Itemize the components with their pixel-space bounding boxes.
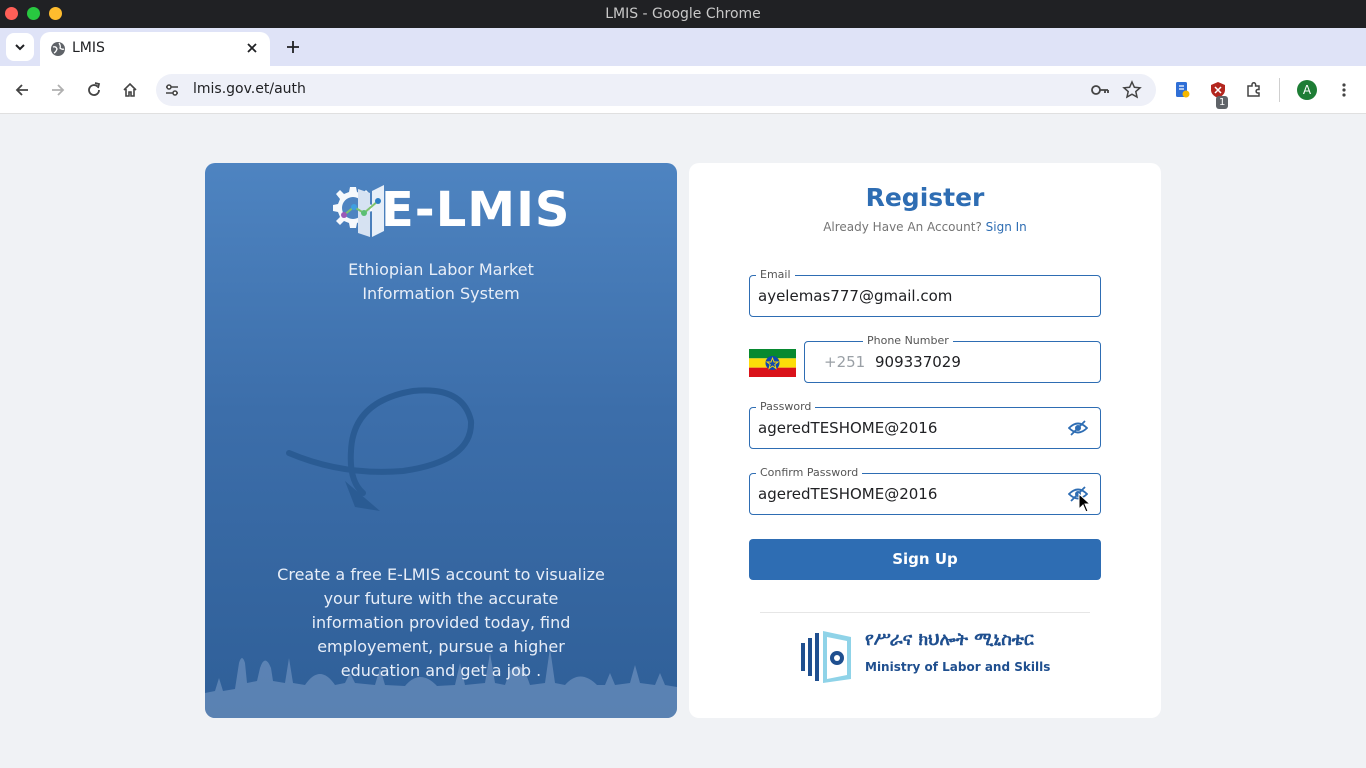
promo-subtitle-line2: Information System <box>362 284 520 303</box>
confirm-password-label: Confirm Password <box>756 466 863 480</box>
extension-translate-button[interactable] <box>1170 78 1194 102</box>
ministry-emblem-icon <box>801 631 851 683</box>
password-value: ageredTESHOME@2016 <box>758 419 938 437</box>
phone-prefix: +251 <box>824 353 866 371</box>
star-icon[interactable] <box>1122 80 1142 100</box>
reload-button[interactable] <box>82 78 106 102</box>
site-info-icon[interactable] <box>164 82 180 98</box>
ministry-logo: የሥራና ክህሎት ሚኒስቴር Ministry of Labor and Sk… <box>799 629 1051 685</box>
promo-panel: E-LMIS Ethiopian Labor Market Informatio… <box>205 163 677 718</box>
ethiopia-flag-icon[interactable] <box>749 349 796 377</box>
close-icon <box>247 43 257 53</box>
phone-value: 909337029 <box>875 353 961 371</box>
confirm-password-value: ageredTESHOME@2016 <box>758 485 938 503</box>
email-field[interactable]: Email ayelemas777@gmail.com <box>749 268 1101 317</box>
mouse-cursor-icon <box>1078 493 1092 513</box>
extension-badge: 1 <box>1216 90 1229 109</box>
page-title: Register <box>865 183 985 212</box>
signup-button[interactable]: Sign Up <box>749 539 1101 580</box>
plus-icon <box>287 41 299 53</box>
chevron-down-icon <box>15 44 25 51</box>
globe-icon <box>51 42 65 56</box>
email-label: Email <box>756 268 795 282</box>
reload-icon <box>88 82 101 96</box>
arrow-left-icon <box>15 84 28 96</box>
elmis-logo-text: E-LMIS <box>381 182 571 238</box>
signin-prompt-text: Already Have An Account? <box>823 220 982 234</box>
home-icon <box>123 82 137 97</box>
promo-subtitle-line1: Ethiopian Labor Market <box>348 260 534 279</box>
promo-subtitle: Ethiopian Labor Market Information Syste… <box>205 258 677 306</box>
password-label: Password <box>756 400 816 414</box>
profile-avatar[interactable]: A <box>1297 80 1317 100</box>
new-tab-button[interactable] <box>280 34 306 60</box>
arrow-right-icon <box>52 84 65 96</box>
signin-link[interactable]: Sign In <box>986 220 1027 234</box>
promo-description: Create a free E-LMIS account to visualiz… <box>277 565 605 680</box>
phone-label: Phone Number <box>863 334 953 348</box>
window-title: LMIS - Google Chrome <box>605 6 761 22</box>
chrome-menu-button[interactable] <box>1332 78 1356 102</box>
tab-lmis[interactable]: LMIS <box>40 32 270 66</box>
back-button[interactable] <box>10 78 34 102</box>
window-titlebar: LMIS - Google Chrome <box>0 0 1366 28</box>
puzzle-icon <box>1247 81 1260 97</box>
curly-arrow-illustration <box>286 387 475 511</box>
tab-search-button[interactable] <box>6 33 34 61</box>
register-card: Register Already Have An Account? Sign I… <box>689 163 1161 718</box>
browser-toolbar: lmis.gov.et/auth <box>0 66 1366 114</box>
divider <box>760 612 1090 613</box>
email-value: ayelemas777@gmail.com <box>758 287 953 305</box>
ministry-name-amharic: የሥራና ክህሎት ሚኒስቴር <box>865 629 1034 650</box>
document-extension-icon <box>1176 82 1190 98</box>
url-text: lmis.gov.et/auth <box>193 81 306 97</box>
more-vertical-icon <box>1342 83 1346 97</box>
signin-prompt: Already Have An Account? Sign In <box>689 220 1161 234</box>
confirm-password-field[interactable]: Confirm Password ageredTESHOME@2016 <box>749 466 1101 515</box>
toolbar-divider <box>1279 78 1280 102</box>
key-icon[interactable] <box>1090 82 1110 98</box>
extensions-button[interactable] <box>1242 78 1266 102</box>
tab-close-button[interactable] <box>242 38 262 58</box>
password-field[interactable]: Password ageredTESHOME@2016 <box>749 400 1101 449</box>
ministry-name-english: Ministry of Labor and Skills <box>865 660 1051 674</box>
forward-button[interactable] <box>46 78 70 102</box>
home-button[interactable] <box>118 78 142 102</box>
phone-field[interactable]: Phone Number +251 909337029 <box>804 334 1101 383</box>
tab-title: LMIS <box>72 40 105 56</box>
tab-strip: LMIS <box>0 28 1366 66</box>
eye-off-icon[interactable] <box>1068 419 1088 437</box>
address-bar[interactable]: lmis.gov.et/auth <box>156 74 1156 106</box>
